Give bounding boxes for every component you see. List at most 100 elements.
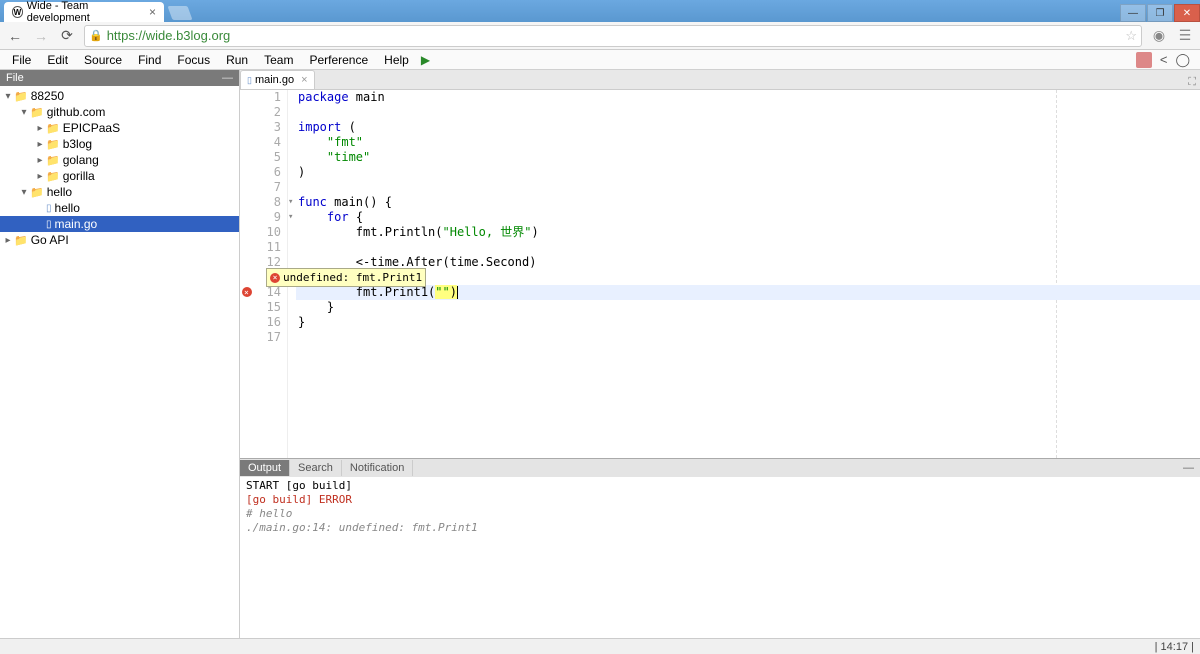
browser-tab-title: Wide - Team development xyxy=(27,0,139,24)
menu-focus[interactable]: Focus xyxy=(169,51,218,69)
code-content[interactable]: package main import ( "fmt" "time" ) fun… xyxy=(296,90,1200,458)
tree-golang[interactable]: ▸ 📁 golang xyxy=(0,152,239,168)
menu-file[interactable]: File xyxy=(4,51,39,69)
tree-hello-file[interactable]: ▯ hello xyxy=(0,200,239,216)
menu-icon[interactable]: ☰ xyxy=(1176,27,1194,45)
tree-main-go[interactable]: ▯ main.go xyxy=(0,216,239,232)
favicon-icon: W xyxy=(12,6,23,18)
editor-tab-main-go[interactable]: ▯ main.go × xyxy=(240,70,315,89)
reload-button[interactable]: ⟳ xyxy=(58,27,76,45)
sidebar-toggle-icon[interactable]: — xyxy=(222,72,233,84)
menu-edit[interactable]: Edit xyxy=(39,51,76,69)
chevron-down-icon[interactable]: ▾ xyxy=(18,187,30,198)
tree-github[interactable]: ▾ 📁 github.com xyxy=(0,104,239,120)
line-number: 1 xyxy=(240,90,281,105)
tree-go-api[interactable]: ▸ 📁 Go API xyxy=(0,232,239,248)
chevron-right-icon[interactable]: ▸ xyxy=(34,139,46,150)
code-line: for { xyxy=(296,210,1200,225)
tree-label: 88250 xyxy=(31,89,64,103)
cursor-position: | 14:17 | xyxy=(1155,641,1194,653)
folder-icon: 📁 xyxy=(46,138,60,151)
tree-epicpaas[interactable]: ▸ 📁 EPICPaaS xyxy=(0,120,239,136)
chevron-right-icon[interactable]: ▸ xyxy=(34,171,46,182)
line-number: 3 xyxy=(240,120,281,135)
code-line: import ( xyxy=(296,120,1200,135)
chevron-right-icon[interactable]: ▸ xyxy=(2,235,14,246)
folder-icon: 📁 xyxy=(14,234,28,247)
tree-hello-dir[interactable]: ▾ 📁 hello xyxy=(0,184,239,200)
code-line: fmt.Println("Hello, 世界") xyxy=(296,225,1200,240)
chevron-down-icon[interactable]: ▾ xyxy=(2,91,14,102)
text-cursor xyxy=(457,286,458,299)
code-line: "time" xyxy=(296,150,1200,165)
minimize-button[interactable]: — xyxy=(1120,4,1146,22)
avatar[interactable] xyxy=(1136,52,1152,68)
new-tab-button[interactable] xyxy=(167,6,192,20)
maximize-button[interactable]: ❐ xyxy=(1147,4,1173,22)
line-number: 7 xyxy=(240,180,281,195)
folder-icon: 📁 xyxy=(14,90,28,103)
tree-root[interactable]: ▾ 📁 88250 xyxy=(0,88,239,104)
tree-label: hello xyxy=(47,185,72,199)
folder-icon: 📁 xyxy=(46,170,60,183)
error-tooltip-text: undefined: fmt.Print1 xyxy=(283,270,422,285)
menu-run[interactable]: Run xyxy=(218,51,256,69)
tree-label: gorilla xyxy=(63,169,95,183)
line-number: 10 xyxy=(240,225,281,240)
chevron-down-icon[interactable]: ▾ xyxy=(18,107,30,118)
github-icon[interactable]: ◯ xyxy=(1175,52,1190,68)
tree-b3log[interactable]: ▸ 📁 b3log xyxy=(0,136,239,152)
tab-output[interactable]: Output xyxy=(240,460,290,476)
bottom-tabs: Output Search Notification — xyxy=(240,459,1200,477)
menu-preference[interactable]: Perference xyxy=(301,51,376,69)
tab-notification[interactable]: Notification xyxy=(342,460,413,476)
code-line: } xyxy=(296,315,1200,330)
error-dot-icon: × xyxy=(270,273,280,283)
output-console[interactable]: START [go build] [go build] ERROR # hell… xyxy=(240,477,1200,638)
minimize-panel-icon[interactable]: — xyxy=(1177,462,1200,474)
bookmark-star-icon[interactable]: ☆ xyxy=(1125,28,1137,44)
extensions-icon[interactable]: ◉ xyxy=(1150,27,1168,45)
code-line xyxy=(296,105,1200,120)
editor-tab-label: main.go xyxy=(255,74,294,86)
tree-label: main.go xyxy=(55,217,98,231)
output-line: START [go build] xyxy=(246,479,1194,493)
fold-marker-icon[interactable]: ▾ xyxy=(288,195,293,210)
menu-team[interactable]: Team xyxy=(256,51,301,69)
lock-icon: 🔒 xyxy=(89,29,103,42)
run-icon[interactable]: ▶ xyxy=(421,53,430,67)
forward-button[interactable]: → xyxy=(32,27,50,45)
url-bar[interactable]: 🔒 https://wide.b3log.org ☆ xyxy=(84,25,1142,47)
close-tab-icon[interactable]: × xyxy=(149,5,156,19)
tree-label: b3log xyxy=(63,137,92,151)
sidebar-header-label: File xyxy=(6,72,24,84)
output-line: ./main.go:14: undefined: fmt.Print1 xyxy=(246,521,1194,535)
line-number: 8 xyxy=(240,195,281,210)
code-line: ) xyxy=(296,165,1200,180)
code-line: } xyxy=(296,300,1200,315)
browser-tab[interactable]: W Wide - Team development × xyxy=(4,2,164,22)
tree-label: golang xyxy=(63,153,99,167)
line-number: 17 xyxy=(240,330,281,345)
code-editor[interactable]: 1 2 3 4 5 6 7 8 9 10 11 12 13 14 15 16 1… xyxy=(240,90,1200,458)
tree-gorilla[interactable]: ▸ 📁 gorilla xyxy=(0,168,239,184)
back-button[interactable]: ← xyxy=(6,27,24,45)
chevron-right-icon[interactable]: ▸ xyxy=(34,123,46,134)
close-tab-icon[interactable]: × xyxy=(301,74,307,86)
menu-source[interactable]: Source xyxy=(76,51,130,69)
line-number: 11 xyxy=(240,240,281,255)
line-number: 9 xyxy=(240,210,281,225)
close-window-button[interactable]: ✕ xyxy=(1174,4,1200,22)
tab-search[interactable]: Search xyxy=(290,460,342,476)
error-gutter-icon[interactable] xyxy=(242,287,252,297)
window-controls: — ❐ ✕ xyxy=(1119,4,1200,22)
share-icon[interactable]: < xyxy=(1160,52,1168,67)
chevron-right-icon[interactable]: ▸ xyxy=(34,155,46,166)
browser-titlebar: W Wide - Team development × — ❐ ✕ xyxy=(0,0,1200,22)
fold-marker-icon[interactable]: ▾ xyxy=(288,210,293,225)
fullscreen-icon[interactable]: ⛶ xyxy=(1188,76,1196,89)
code-line xyxy=(296,240,1200,255)
menu-help[interactable]: Help xyxy=(376,51,417,69)
menu-find[interactable]: Find xyxy=(130,51,169,69)
url-text: https://wide.b3log.org xyxy=(107,28,231,43)
